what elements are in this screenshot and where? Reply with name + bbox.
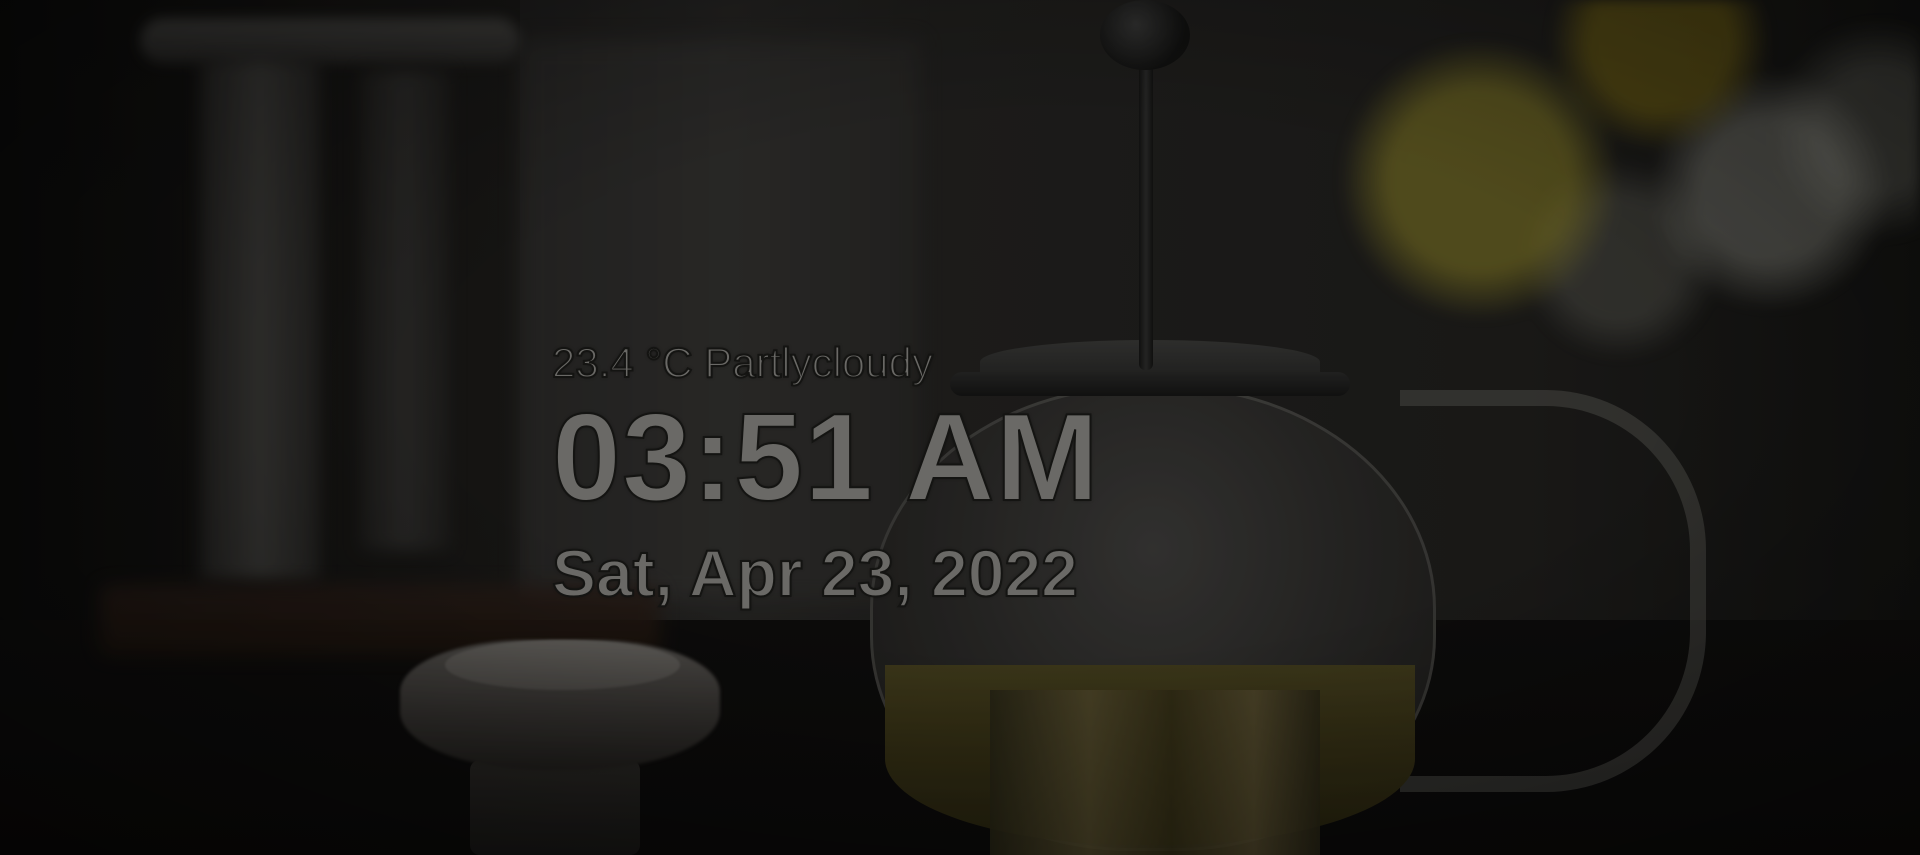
background-shelf-bar xyxy=(140,18,520,64)
tea-cup-foot xyxy=(470,760,640,855)
plunger-knob xyxy=(1100,0,1190,70)
background-column xyxy=(200,60,320,580)
clock-time: 03:51 AM xyxy=(551,389,1100,527)
weather-temperature: 23.4 °C xyxy=(551,338,694,387)
weather-condition: Partlycloudy xyxy=(703,338,934,387)
background-flowers xyxy=(1300,0,1920,380)
background-counter xyxy=(0,620,1920,855)
teapot-filter xyxy=(990,690,1320,855)
plunger-rod xyxy=(1139,40,1153,370)
teapot-handle xyxy=(1400,390,1706,792)
tea-cup-rim xyxy=(445,640,680,690)
background-wall-left xyxy=(0,0,560,650)
weather-readout: 23.4 °C Partlycloudy xyxy=(551,338,1100,388)
screensaver-screen: 23.4 °C Partlycloudy 03:51 AM Sat, Apr 2… xyxy=(0,0,1920,855)
clock-date: Sat, Apr 23, 2022 xyxy=(551,535,1079,611)
teapot-tea xyxy=(885,665,1415,845)
tea-cup xyxy=(400,640,720,770)
background-column xyxy=(360,70,450,550)
clock-widget: 23.4 °C Partlycloudy 03:51 AM Sat, Apr 2… xyxy=(551,338,1100,611)
